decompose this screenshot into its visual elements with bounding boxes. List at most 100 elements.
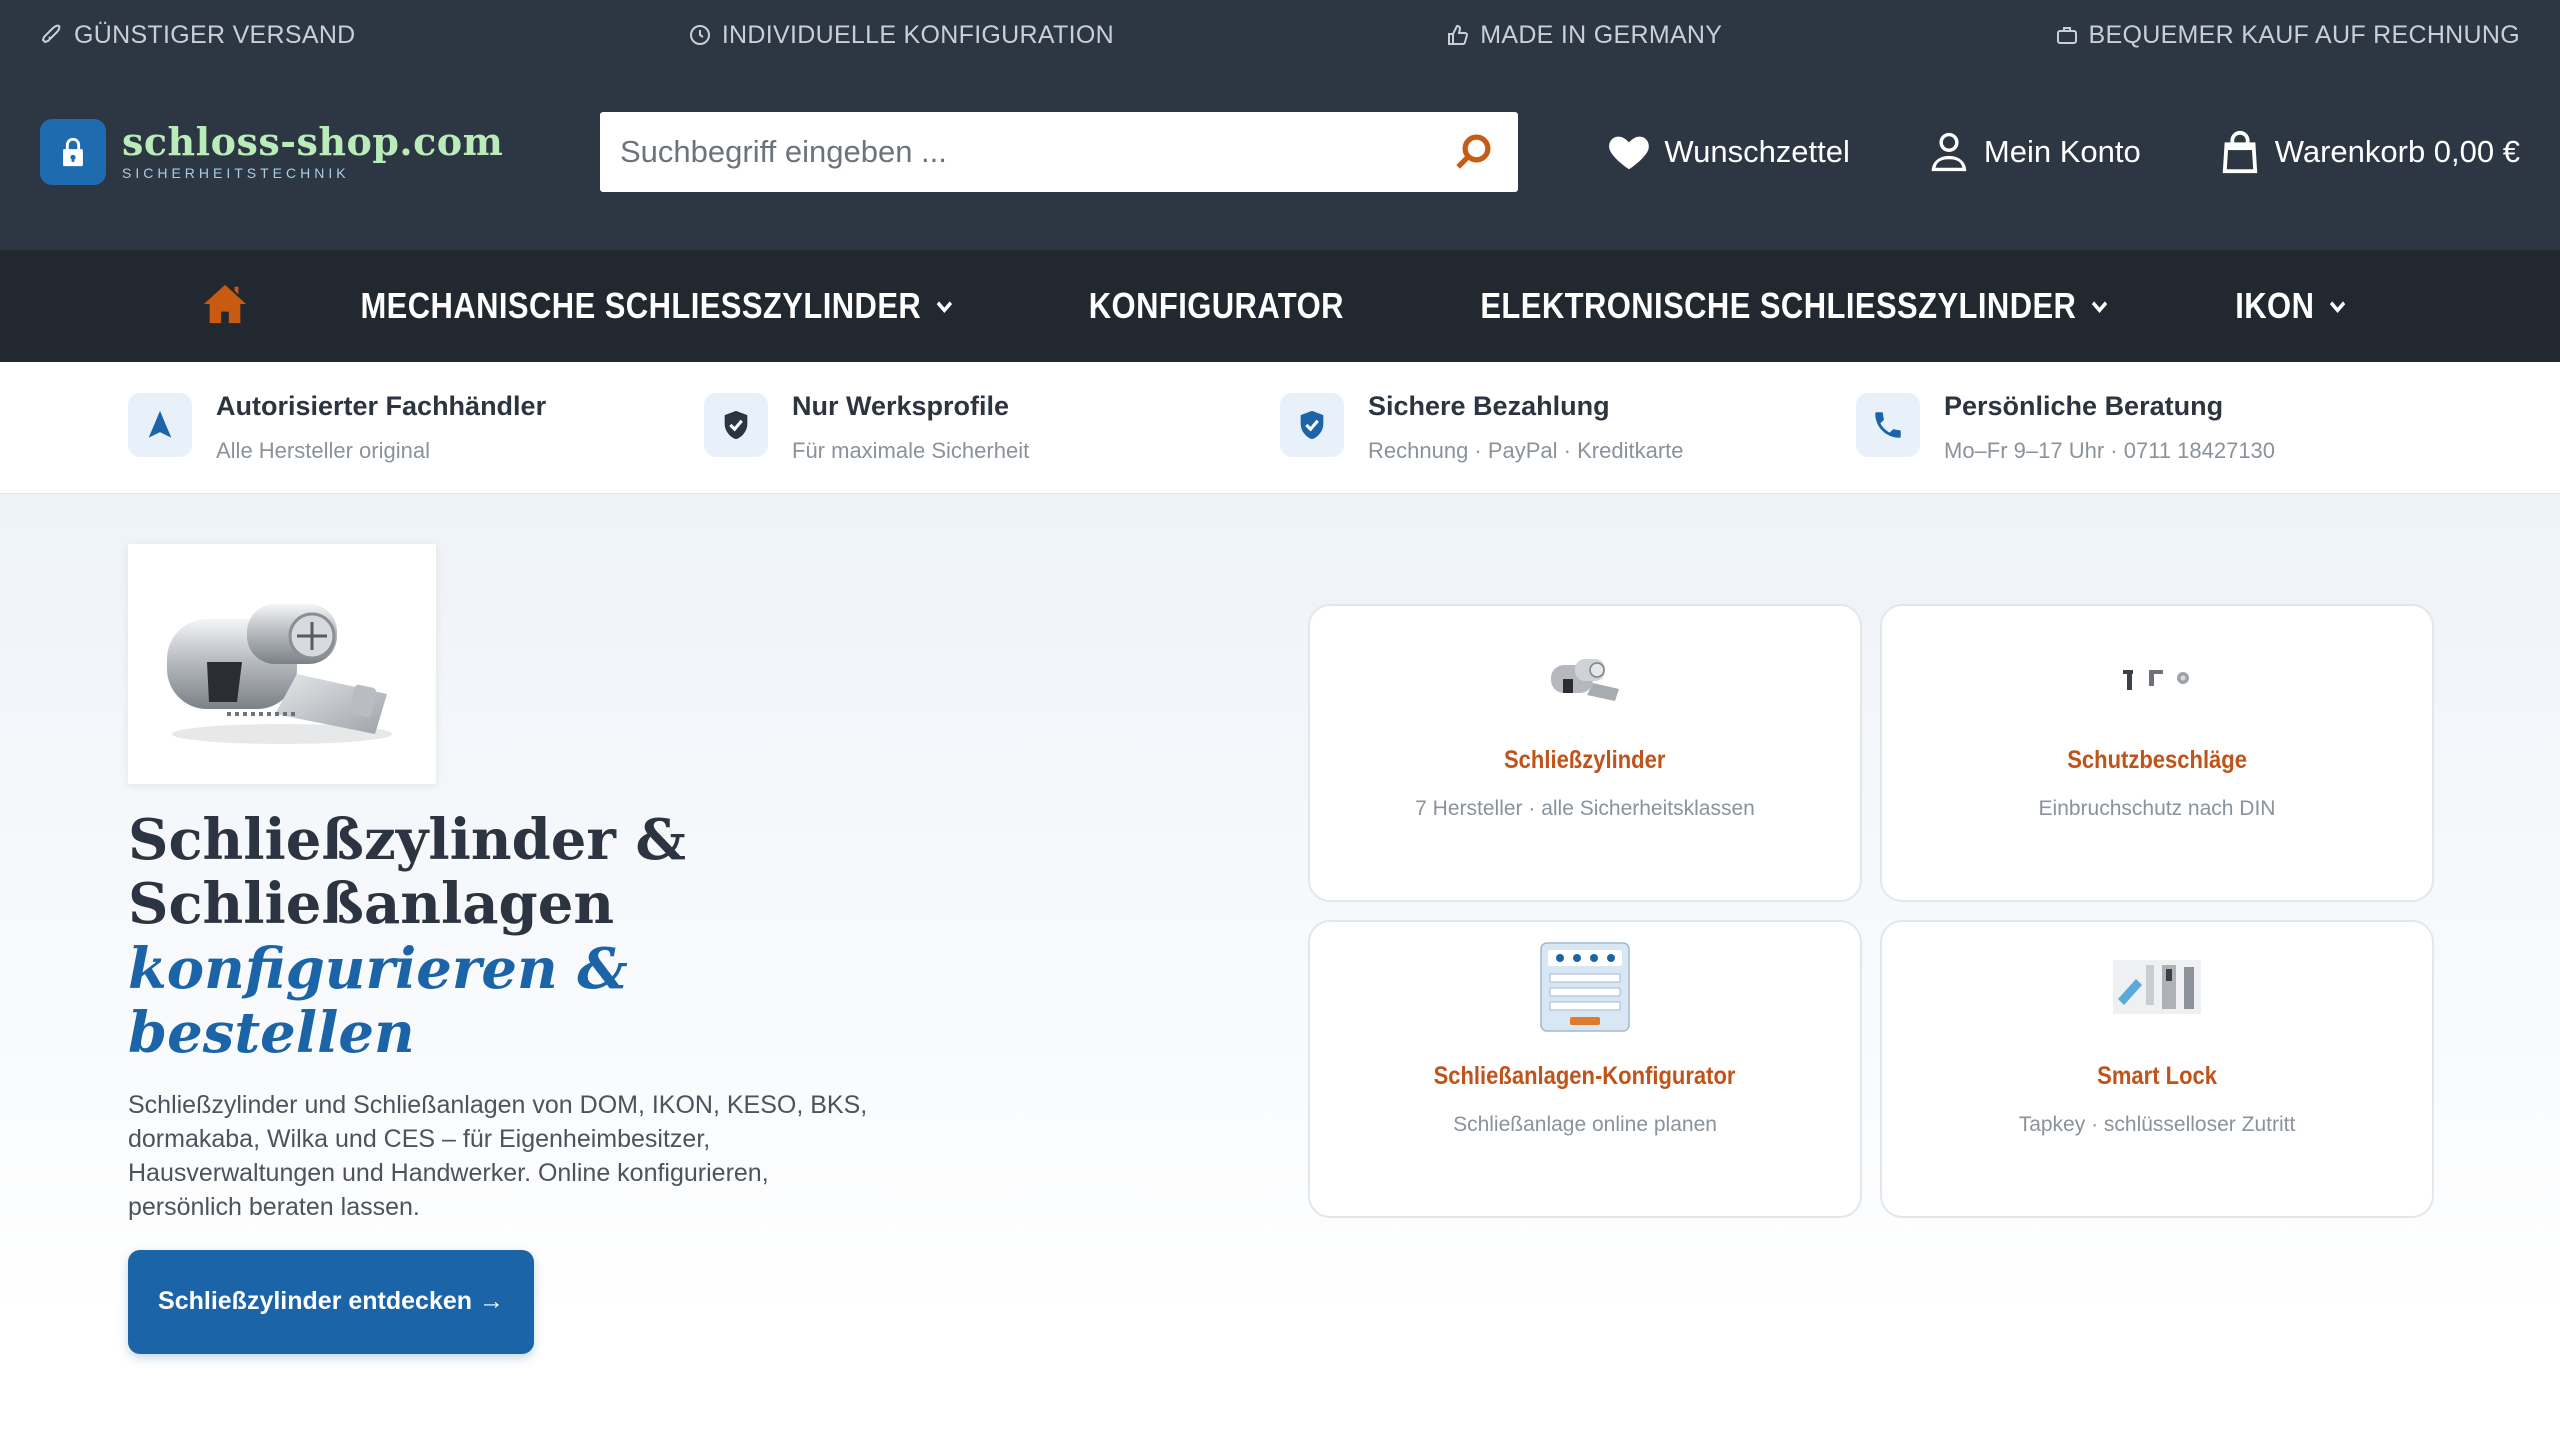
hero-content: Schließzylinder & Schließanlagen konfigu… bbox=[128, 544, 908, 1354]
trust-subtitle: Mo–Fr 9–17 Uhr · 0711 18427130 bbox=[1944, 438, 2276, 463]
card-title: Schließanlagen-Konfigurator bbox=[1434, 1062, 1736, 1090]
configurator-thumbnail bbox=[1540, 942, 1630, 1032]
navigation-arrow-icon bbox=[148, 410, 172, 438]
trust-subtitle: Alle Hersteller original bbox=[216, 438, 430, 463]
trust-text: Persönliche Beratung Mo–Fr 9–17 Uhr · 07… bbox=[1944, 391, 2275, 464]
hero-title-accent: konfigurieren & bestellen bbox=[128, 935, 628, 1067]
smart-lock-icon bbox=[2113, 960, 2201, 1014]
card-subtitle: Einbruchschutz nach DIN bbox=[2038, 797, 2276, 820]
wishlist-label: Wunschzettel bbox=[1664, 134, 1850, 169]
trust-item-consultation: Persönliche Beratung Mo–Fr 9–17 Uhr · 07… bbox=[1856, 391, 2432, 464]
nav-item-electronic-cylinders[interactable]: ELEKTRONISCHE SCHLIESSZYLINDER bbox=[1480, 285, 2110, 327]
wishlist-link[interactable]: Wunschzettel bbox=[1606, 129, 1850, 175]
nav-item-label: ELEKTRONISCHE SCHLIESSZYLINDER bbox=[1480, 285, 2077, 326]
trust-icon-box bbox=[128, 393, 192, 457]
cart-link[interactable]: Warenkorb 0,00 € bbox=[2217, 129, 2520, 175]
trust-title: Sichere Bezahlung bbox=[1368, 391, 1610, 421]
header-actions: Wunschzettel Mein Konto Warenkorb 0,00 € bbox=[1606, 129, 2520, 175]
nav-item-ikon[interactable]: IKON bbox=[2235, 285, 2349, 327]
trust-title: Nur Werksprofile bbox=[792, 391, 1010, 421]
hero-section: Schließzylinder & Schließanlagen konfigu… bbox=[0, 494, 2560, 1354]
info-label: MADE IN GERMANY bbox=[1480, 20, 1723, 49]
search-box bbox=[600, 112, 1518, 192]
trust-bar: Autorisierter Fachhändler Alle Herstelle… bbox=[0, 362, 2560, 494]
trust-subtitle: Für maximale Sicherheit bbox=[792, 438, 1030, 463]
discover-cylinders-button[interactable]: Schließzylinder entdecken → bbox=[128, 1249, 534, 1354]
card-subtitle: Schließanlage online planen bbox=[1453, 1113, 1717, 1136]
phone-icon bbox=[1875, 412, 1901, 438]
shield-check-icon bbox=[724, 410, 748, 440]
nav-home[interactable] bbox=[202, 281, 248, 332]
trust-item-authorized-dealer: Autorisierter Fachhändler Alle Herstelle… bbox=[128, 391, 704, 464]
info-label: INDIVIDUELLE KONFIGURATION bbox=[721, 20, 1114, 49]
logo[interactable]: schloss-shop.com SICHERHEITSTECHNIK bbox=[40, 119, 560, 185]
nav-item-configurator[interactable]: KONFIGURATOR bbox=[1089, 285, 1344, 327]
info-bar: GÜNSTIGER VERSAND INDIVIDUELLE KONFIGURA… bbox=[0, 0, 2560, 70]
trust-icon-box bbox=[1280, 393, 1344, 457]
info-label: BEQUEMER KAUF AUF RECHNUNG bbox=[2088, 20, 2520, 49]
trust-icon-box bbox=[704, 393, 768, 457]
logo-tagline: SICHERHEITSTECHNIK bbox=[122, 165, 350, 181]
trust-title: Autorisierter Fachhändler bbox=[216, 391, 547, 421]
thumbs-up-icon bbox=[1448, 24, 1469, 45]
category-cards: Schließzylinder 7 Hersteller · alle Sich… bbox=[1308, 604, 2434, 1218]
search-input[interactable] bbox=[620, 134, 1448, 170]
nav-item-label: MECHANISCHE SCHLIESSZYLINDER bbox=[360, 285, 922, 326]
shield-check-icon bbox=[1300, 410, 1324, 440]
trust-item-secure-payment: Sichere Bezahlung Rechnung · PayPal · Kr… bbox=[1280, 391, 1856, 464]
search-icon bbox=[1456, 134, 1491, 169]
account-label: Mein Konto bbox=[1983, 134, 2141, 169]
main-nav: MECHANISCHE SCHLIESSZYLINDER KONFIGURATO… bbox=[0, 250, 2560, 362]
briefcase-icon bbox=[2056, 27, 2077, 44]
card-subtitle: 7 Hersteller · alle Sicherheitsklassen bbox=[1415, 797, 1755, 820]
trust-icon-box bbox=[1856, 393, 1920, 457]
cart-label: Warenkorb 0,00 € bbox=[2274, 134, 2520, 169]
heart-icon bbox=[1609, 136, 1650, 170]
trust-text: Sichere Bezahlung Rechnung · PayPal · Kr… bbox=[1368, 391, 1684, 464]
trust-subtitle: Rechnung · PayPal · Kreditkarte bbox=[1368, 438, 1684, 463]
info-item-made-in-germany: MADE IN GERMANY bbox=[1446, 21, 1722, 50]
account-link[interactable]: Mein Konto bbox=[1926, 129, 2141, 175]
configurator-form-icon bbox=[1540, 942, 1630, 1032]
padlock-icon bbox=[63, 137, 83, 167]
search-button[interactable] bbox=[1448, 127, 1498, 177]
logo-text: schloss-shop.com SICHERHEITSTECHNIK bbox=[122, 119, 504, 182]
logo-name: schloss-shop.com bbox=[122, 119, 504, 164]
rocket-icon bbox=[41, 24, 61, 44]
cylinder-product-image bbox=[128, 544, 436, 784]
cylinder-thumbnail bbox=[1545, 644, 1625, 714]
door-fittings-icon bbox=[2123, 670, 2189, 690]
top-area: GÜNSTIGER VERSAND INDIVIDUELLE KONFIGURA… bbox=[0, 0, 2560, 250]
card-title: Schließzylinder bbox=[1504, 746, 1666, 774]
shopping-bag-icon bbox=[2222, 130, 2257, 174]
hero-description: Schließzylinder und Schließanlagen von D… bbox=[128, 1090, 868, 1221]
clock-icon bbox=[689, 25, 710, 45]
logo-badge bbox=[40, 119, 106, 185]
header: schloss-shop.com SICHERHEITSTECHNIK Wuns… bbox=[0, 62, 2560, 242]
smart-lock-thumbnail bbox=[2112, 942, 2202, 1032]
trust-text: Autorisierter Fachhändler Alle Herstelle… bbox=[216, 391, 546, 464]
trust-text: Nur Werksprofile Für maximale Sicherheit bbox=[792, 391, 1029, 464]
category-card-configurator[interactable]: Schließanlagen-Konfigurator Schließanlag… bbox=[1308, 920, 1862, 1218]
card-title: Schutzbeschläge bbox=[2067, 746, 2247, 774]
trust-title: Persönliche Beratung bbox=[1944, 391, 2224, 421]
hero-title: Schließzylinder & Schließanlagen bbox=[128, 807, 686, 938]
nav-item-label: KONFIGURATOR bbox=[1088, 285, 1345, 326]
category-card-security-fittings[interactable]: Schutzbeschläge Einbruchschutz nach DIN bbox=[1880, 604, 2434, 902]
category-card-cylinders[interactable]: Schließzylinder 7 Hersteller · alle Sich… bbox=[1308, 604, 1862, 902]
home-icon bbox=[204, 284, 247, 323]
card-title: Smart Lock bbox=[2097, 1062, 2217, 1090]
category-card-smart-lock[interactable]: Smart Lock Tapkey · schlüsselloser Zutri… bbox=[1880, 920, 2434, 1218]
user-icon bbox=[1931, 132, 1967, 172]
chevron-down-icon bbox=[2091, 301, 2108, 314]
trust-item-factory-profiles: Nur Werksprofile Für maximale Sicherheit bbox=[704, 391, 1280, 464]
card-subtitle: Tapkey · schlüsselloser Zutritt bbox=[2018, 1113, 2296, 1136]
info-label: GÜNSTIGER VERSAND bbox=[74, 20, 356, 49]
lock-cylinder-illustration bbox=[167, 604, 392, 744]
nav-item-mechanical-cylinders[interactable]: MECHANISCHE SCHLIESSZYLINDER bbox=[361, 285, 956, 327]
chevron-down-icon bbox=[2329, 301, 2346, 314]
lock-cylinder-icon bbox=[1551, 659, 1619, 701]
chevron-down-icon bbox=[936, 301, 953, 314]
info-item-configuration: INDIVIDUELLE KONFIGURATION bbox=[688, 21, 1114, 50]
fittings-thumbnail bbox=[2117, 644, 2197, 714]
